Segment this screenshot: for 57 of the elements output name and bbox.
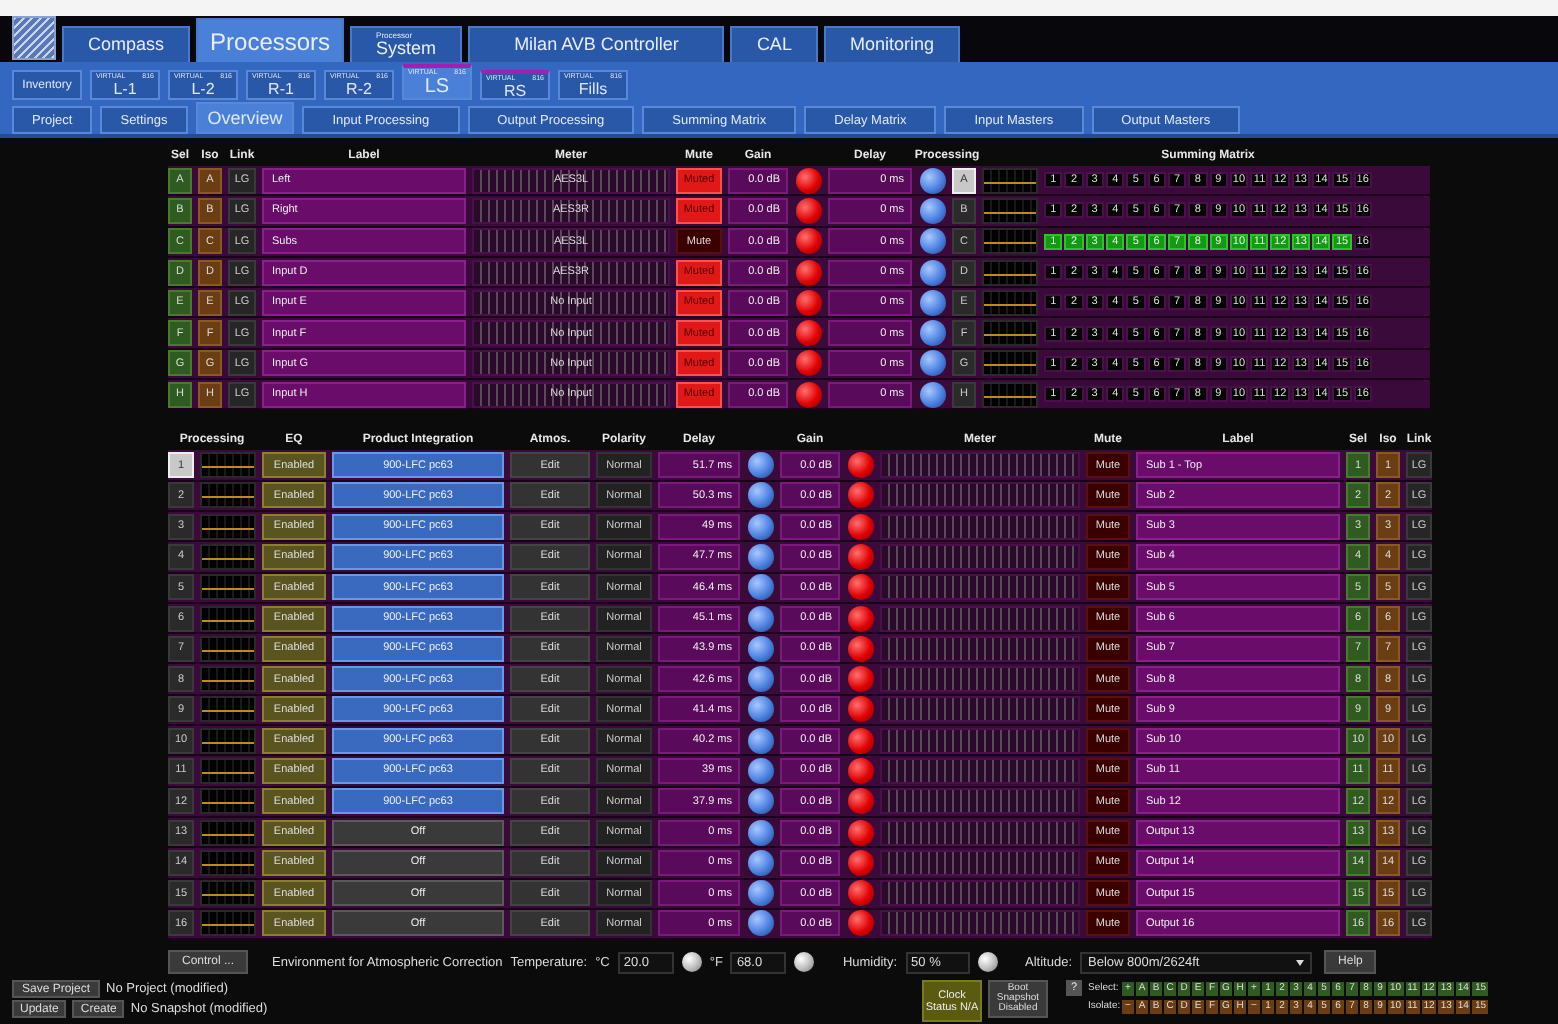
knob[interactable] bbox=[747, 819, 773, 846]
response-curve-icon bbox=[200, 696, 256, 723]
response-curve-icon bbox=[200, 482, 256, 509]
response-curve-icon bbox=[982, 289, 1038, 316]
response-curve-icon bbox=[982, 228, 1038, 255]
knob[interactable] bbox=[919, 228, 945, 255]
knob[interactable] bbox=[919, 289, 945, 316]
knob[interactable] bbox=[747, 880, 773, 907]
response-curve-icon bbox=[200, 543, 256, 570]
response-curve-icon bbox=[982, 320, 1038, 347]
knob[interactable] bbox=[919, 167, 945, 194]
response-curve-icon bbox=[200, 574, 256, 601]
main-tab[interactable]: Compass bbox=[62, 26, 191, 62]
main-tab[interactable]: Milan AVB Controller bbox=[468, 26, 725, 62]
response-curve-icon bbox=[200, 727, 256, 754]
response-curve-icon bbox=[200, 666, 256, 693]
logo-icon bbox=[12, 16, 56, 60]
knob[interactable] bbox=[747, 757, 773, 784]
knob[interactable] bbox=[747, 666, 773, 693]
main-tab[interactable]: CAL bbox=[730, 26, 818, 62]
knob[interactable] bbox=[919, 320, 945, 347]
response-curve-icon bbox=[982, 197, 1038, 224]
knob[interactable] bbox=[747, 482, 773, 509]
response-curve-icon bbox=[982, 259, 1038, 286]
knob[interactable] bbox=[747, 849, 773, 876]
knob[interactable] bbox=[747, 727, 773, 754]
caret-icon bbox=[1296, 959, 1305, 966]
knob[interactable] bbox=[747, 696, 773, 723]
response-curve-icon bbox=[200, 452, 256, 479]
knob[interactable] bbox=[919, 197, 945, 224]
knob[interactable] bbox=[747, 910, 773, 937]
response-curve-icon bbox=[200, 849, 256, 876]
knob[interactable] bbox=[977, 952, 998, 973]
knob[interactable] bbox=[794, 952, 815, 973]
main-tab[interactable]: Monitoring bbox=[823, 26, 960, 62]
knob[interactable] bbox=[919, 259, 945, 286]
knob[interactable] bbox=[919, 381, 945, 408]
knob[interactable] bbox=[747, 635, 773, 662]
response-curve-icon bbox=[200, 819, 256, 846]
knob[interactable] bbox=[919, 350, 945, 377]
response-curve-icon bbox=[200, 513, 256, 540]
response-curve-icon bbox=[200, 635, 256, 662]
knob[interactable] bbox=[747, 513, 773, 540]
response-curve-icon bbox=[200, 757, 256, 784]
knob[interactable] bbox=[747, 452, 773, 479]
response-curve-icon bbox=[200, 880, 256, 907]
response-curve-icon bbox=[982, 167, 1038, 194]
response-curve-icon bbox=[200, 605, 256, 631]
response-curve-icon bbox=[200, 788, 256, 815]
response-curve-icon bbox=[200, 910, 256, 937]
response-curve-icon bbox=[982, 381, 1038, 408]
knob[interactable] bbox=[681, 952, 702, 973]
knob[interactable] bbox=[747, 788, 773, 815]
knob[interactable] bbox=[747, 605, 773, 631]
response-curve-icon bbox=[982, 350, 1038, 377]
knob[interactable] bbox=[747, 574, 773, 601]
knob[interactable] bbox=[747, 543, 773, 570]
